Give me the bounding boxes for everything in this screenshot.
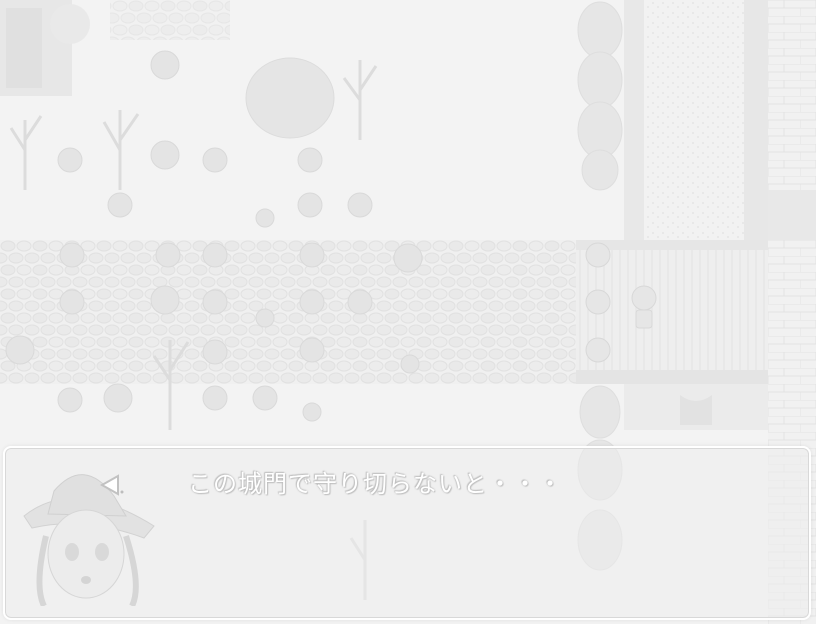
top-cobble-patch bbox=[110, 0, 230, 40]
triangle-left-icon bbox=[99, 474, 124, 496]
bush bbox=[245, 57, 335, 139]
game-screen[interactable]: この城門で守り切らないと・・・ bbox=[0, 0, 816, 624]
cobble-road bbox=[0, 240, 576, 384]
speaker-portrait bbox=[23, 474, 155, 606]
castle-wall-path bbox=[644, 0, 744, 240]
castle-wall-left bbox=[624, 0, 644, 240]
dialog-message: この城門で守り切らないと・・・ bbox=[188, 470, 563, 498]
